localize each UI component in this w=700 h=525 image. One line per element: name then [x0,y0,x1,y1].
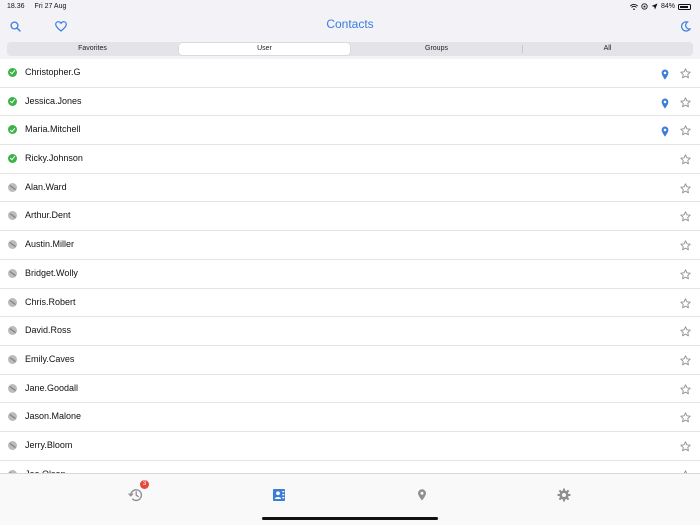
status-bar: 18.36 Fri 27 Aug 84% [0,0,700,14]
favorite-star-icon[interactable] [680,66,691,79]
contact-name: Jane.Goodall [25,382,79,393]
favorite-star-icon[interactable] [680,152,691,165]
online-status-icon [8,125,17,135]
history-icon [127,489,142,502]
contact-name: Jerry.Bloom [25,439,73,450]
moon-icon [680,20,691,32]
favorite-star-icon[interactable] [680,209,691,222]
contact-row[interactable]: Emily.Caves [0,346,700,375]
dark-mode-button[interactable] [677,18,693,34]
orientation-lock-icon [641,3,648,10]
contact-row[interactable]: Chris.Robert [0,289,700,318]
favorite-star-icon[interactable] [680,123,691,136]
online-status-icon [8,96,17,106]
offline-status-icon [8,412,17,422]
contact-row[interactable]: Jerry.Bloom [0,432,700,461]
page-title: Contacts [326,17,374,31]
status-time: 18.36 [7,3,25,10]
contact-name: David.Ross [25,325,72,336]
tab-map[interactable] [413,486,431,504]
offline-status-icon [8,268,17,278]
battery-icon [678,3,691,10]
segment-favorites[interactable]: Favorites [7,42,178,56]
segment-groups[interactable]: Groups [351,42,522,56]
offline-status-icon [8,182,17,192]
contact-name: Jessica.Jones [25,95,82,106]
favorite-star-icon[interactable] [680,382,691,394]
contact-name: Alan.Ward [25,181,67,192]
online-status-icon [8,154,17,164]
favorite-star-icon[interactable] [680,439,691,452]
tab-contacts[interactable] [270,486,288,504]
location-pin-icon[interactable] [661,67,669,80]
contact-row[interactable]: Austin.Miller [0,231,700,260]
segment-user[interactable]: User [179,43,350,55]
status-left: 18.36 Fri 27 Aug [7,3,74,10]
contact-name: Arthur.Dent [25,210,71,221]
favorite-star-icon[interactable] [680,324,691,337]
contact-row[interactable]: Ricky.Johnson [0,145,700,174]
contact-name: Emily.Caves [25,353,75,364]
contact-row[interactable]: Arthur.Dent [0,202,700,232]
tab-settings[interactable] [555,486,573,504]
contact-name: Ricky.Johnson [25,153,83,164]
status-date: Fri 27 Aug [34,3,67,10]
contact-row[interactable]: Maria.Mitchell [0,116,700,146]
offline-status-icon [8,240,17,250]
segment-all[interactable]: All [522,42,693,56]
contacts-book-icon [273,489,285,501]
offline-status-icon [8,383,17,393]
status-right: 84% [629,3,691,10]
favorite-star-icon[interactable] [680,410,691,423]
recents-badge: 3 [140,480,149,489]
gear-icon [557,488,571,502]
contact-name: Austin.Miller [25,239,75,250]
navigation-bar: Contacts [0,14,700,40]
offline-status-icon [8,297,17,307]
filter-segmented-control: Favorites User Groups All [7,42,693,56]
contact-name: Christopher.G [25,67,81,77]
contact-name: Chris.Robert [25,296,76,307]
contact-row[interactable]: Bridget.Wolly [0,260,700,289]
contact-name: Jason.Malone [25,411,82,422]
contact-row[interactable]: Joe.Olson [0,461,700,473]
offline-status-icon [8,440,17,450]
battery-percent: 84% [660,3,675,10]
contact-row[interactable]: Jane.Goodall [0,375,700,404]
offline-status-icon [8,211,17,221]
contact-row[interactable]: Jason.Malone [0,403,700,432]
favorite-star-icon[interactable] [680,238,691,251]
favorite-star-icon[interactable] [680,95,691,107]
online-status-icon [8,68,17,77]
favorite-star-icon[interactable] [680,267,691,280]
location-pin-icon [418,489,426,501]
wifi-icon [629,3,638,10]
favorite-star-icon[interactable] [680,181,691,193]
favorite-star-icon[interactable] [680,353,691,366]
favorite-star-icon[interactable] [680,296,691,308]
home-indicator [262,517,438,520]
offline-status-icon [8,326,17,336]
location-arrow-icon [651,3,658,10]
contact-row[interactable]: David.Ross [0,317,700,346]
offline-status-icon [8,354,17,364]
contact-row[interactable]: Jessica.Jones [0,88,700,117]
contact-name: Maria.Mitchell [25,124,81,135]
tab-recents[interactable]: 3 [126,480,149,504]
contact-name: Bridget.Wolly [25,267,78,278]
contact-row[interactable]: Christopher.G [0,59,700,88]
location-pin-icon[interactable] [661,124,669,137]
contact-row[interactable]: Alan.Ward [0,174,700,203]
location-pin-icon[interactable] [661,96,669,109]
contacts-list[interactable]: Christopher.G Jessica.Jones Maria.Mitchell… [0,59,700,473]
